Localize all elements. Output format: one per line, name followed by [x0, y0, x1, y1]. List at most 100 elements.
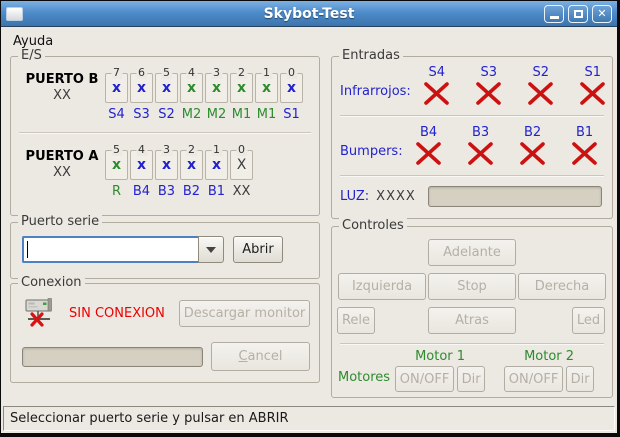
motores-row: Motores Motor 1 ON/OFF Dir Motor 2 ON/OF…: [332, 345, 612, 392]
io-bit-label: S3: [133, 107, 150, 122]
io-bit-3: 3 x B3: [155, 143, 178, 199]
motor-2-dir-button[interactable]: Dir: [566, 366, 594, 392]
sensor-label: B4: [420, 125, 437, 140]
io-bit-number: 4: [186, 66, 197, 79]
infrarrojos-row: Infrarrojos: S4 S3 S2 S1: [332, 57, 612, 111]
entradas-separator-1: [340, 115, 604, 117]
io-bit-frame: 2x: [230, 73, 253, 103]
stop-button[interactable]: Stop: [428, 273, 516, 300]
io-bit-label: XX: [233, 184, 251, 199]
io-bit-1: 1xB1: [205, 143, 228, 199]
motor-2-buttons: ON/OFF Dir: [504, 366, 594, 392]
io-bit-3: 3xM2: [205, 66, 228, 122]
motor-2-onoff-button[interactable]: ON/OFF: [504, 366, 563, 392]
izquierda-button[interactable]: Izquierda: [338, 273, 426, 300]
red-x-icon: [525, 81, 556, 106]
maximize-button[interactable]: [568, 5, 588, 23]
cancel-button[interactable]: Cancel: [211, 342, 310, 371]
panel-entradas-legend: Entradas: [339, 48, 403, 64]
infrarrojos-label: Infrarrojos:: [340, 84, 411, 106]
luz-value: XXXX: [376, 189, 416, 204]
red-x-icon: [569, 141, 600, 166]
statusbar: Seleccionar puerto serie y pulsar en ABR…: [3, 406, 615, 431]
panel-es: E/S PUERTO B XX 7xS46xS35xS24xM23xM22xM1…: [10, 56, 320, 216]
io-bit-number: 1: [211, 143, 222, 156]
sensor-label: B2: [524, 125, 541, 140]
io-bit-state: x: [162, 158, 171, 172]
io-bit-0: 0X XX: [230, 143, 253, 199]
luz-row: LUZ: XXXX: [332, 181, 612, 207]
cancel-button-label: Cancel: [238, 349, 282, 364]
abrir-button[interactable]: Abrir: [233, 236, 283, 263]
io-bit-number: 5: [161, 66, 172, 79]
motor-1-onoff-button[interactable]: ON/OFF: [395, 366, 454, 392]
puerto-b-bits: 7xS46xS35xS24xM23xM22xM11xM10xS1: [105, 66, 303, 122]
puerto-a-value: XX: [19, 165, 105, 181]
io-bit-frame: 2x: [180, 150, 203, 180]
sensor-s1: S1: [567, 65, 619, 106]
motor-2-group: Motor 2 ON/OFF Dir: [504, 349, 594, 392]
io-bit-2: 2xM1: [230, 66, 253, 122]
control-row-2: Izquierda Stop Derecha: [332, 273, 612, 300]
io-bit-label: M1: [257, 107, 277, 122]
io-bit-number: 5: [111, 143, 122, 156]
io-bit-label: B3: [158, 184, 175, 199]
atras-button[interactable]: Atras: [428, 307, 516, 334]
io-bit-label: S4: [108, 107, 125, 122]
io-bit-4: 4xM2: [180, 66, 203, 122]
io-bit-number: 3: [161, 143, 172, 156]
sensor-b4: B4: [403, 125, 455, 166]
derecha-button[interactable]: Derecha: [518, 273, 606, 300]
io-bit-frame: 7x: [105, 73, 128, 103]
sensor-label: B3: [472, 125, 489, 140]
io-bit-state: x: [112, 158, 121, 172]
puerto-a-bits: 5xR4xB43xB32xB21xB10XXX: [105, 143, 253, 199]
motor-1-buttons: ON/OFF Dir: [395, 366, 485, 392]
bumpers-sensors: B4B3B2B1: [403, 125, 615, 166]
combobox-dropdown-button[interactable]: [198, 236, 224, 263]
app-window: Skybot-Test ✕ Ayuda E/S PUERTO B XX 7xS4…: [0, 0, 620, 437]
io-bit-1: 1xM1: [255, 66, 278, 122]
motor-1-label: Motor 1: [415, 349, 465, 364]
io-bit-state: x: [187, 81, 196, 95]
io-bit-number: 6: [136, 66, 147, 79]
red-x-icon: [465, 141, 496, 166]
window-menu-icon[interactable]: [6, 7, 23, 21]
led-button[interactable]: Led: [572, 307, 605, 334]
red-x-icon: [421, 81, 452, 106]
bumpers-label: Bumpers:: [340, 144, 403, 166]
io-bit-state: X: [237, 158, 247, 172]
io-bit-frame: 4x: [180, 73, 203, 103]
serial-port-input[interactable]: [22, 236, 198, 263]
close-button[interactable]: ✕: [592, 5, 612, 23]
io-bit-state: x: [187, 158, 196, 172]
rele-button[interactable]: Rele: [337, 307, 375, 334]
sensor-label: S3: [481, 65, 498, 80]
io-bit-number: 3: [211, 66, 222, 79]
puerto-b-row: PUERTO B XX 7xS46xS35xS24xM23xM22xM11xM1…: [11, 57, 319, 122]
io-bit-frame: 0X: [230, 150, 253, 180]
io-bit-number: 2: [236, 66, 247, 79]
puerto-a-name: PUERTO A XX: [19, 149, 105, 182]
sensor-label: S2: [533, 65, 550, 80]
panel-es-legend: E/S: [18, 48, 45, 64]
io-bit-4: 4xB4: [130, 143, 153, 199]
adelante-button[interactable]: Adelante: [428, 239, 516, 266]
descargar-monitor-button[interactable]: Descargar monitor: [179, 300, 310, 327]
motor-1-dir-button[interactable]: Dir: [457, 366, 485, 392]
sensor-b3: B3: [455, 125, 507, 166]
text-caret: [27, 241, 28, 258]
control-buttons: Adelante Izquierda Stop Derecha Rele Atr…: [332, 227, 612, 334]
io-bit-0: 0xS1: [280, 66, 303, 122]
red-x-icon: [413, 141, 444, 166]
io-bit-label: M2: [207, 107, 227, 122]
bumpers-row: Bumpers: B4B3B2B1: [332, 121, 612, 171]
motores-label: Motores: [338, 370, 390, 392]
red-x-icon: [517, 141, 548, 166]
sensor-s4: S4: [411, 65, 463, 106]
sensor-label: S1: [585, 65, 602, 80]
control-row-1: Adelante: [332, 239, 612, 266]
chevron-down-icon: [206, 247, 216, 253]
minimize-button[interactable]: [544, 5, 564, 23]
io-bit-frame: 5x: [105, 150, 128, 180]
